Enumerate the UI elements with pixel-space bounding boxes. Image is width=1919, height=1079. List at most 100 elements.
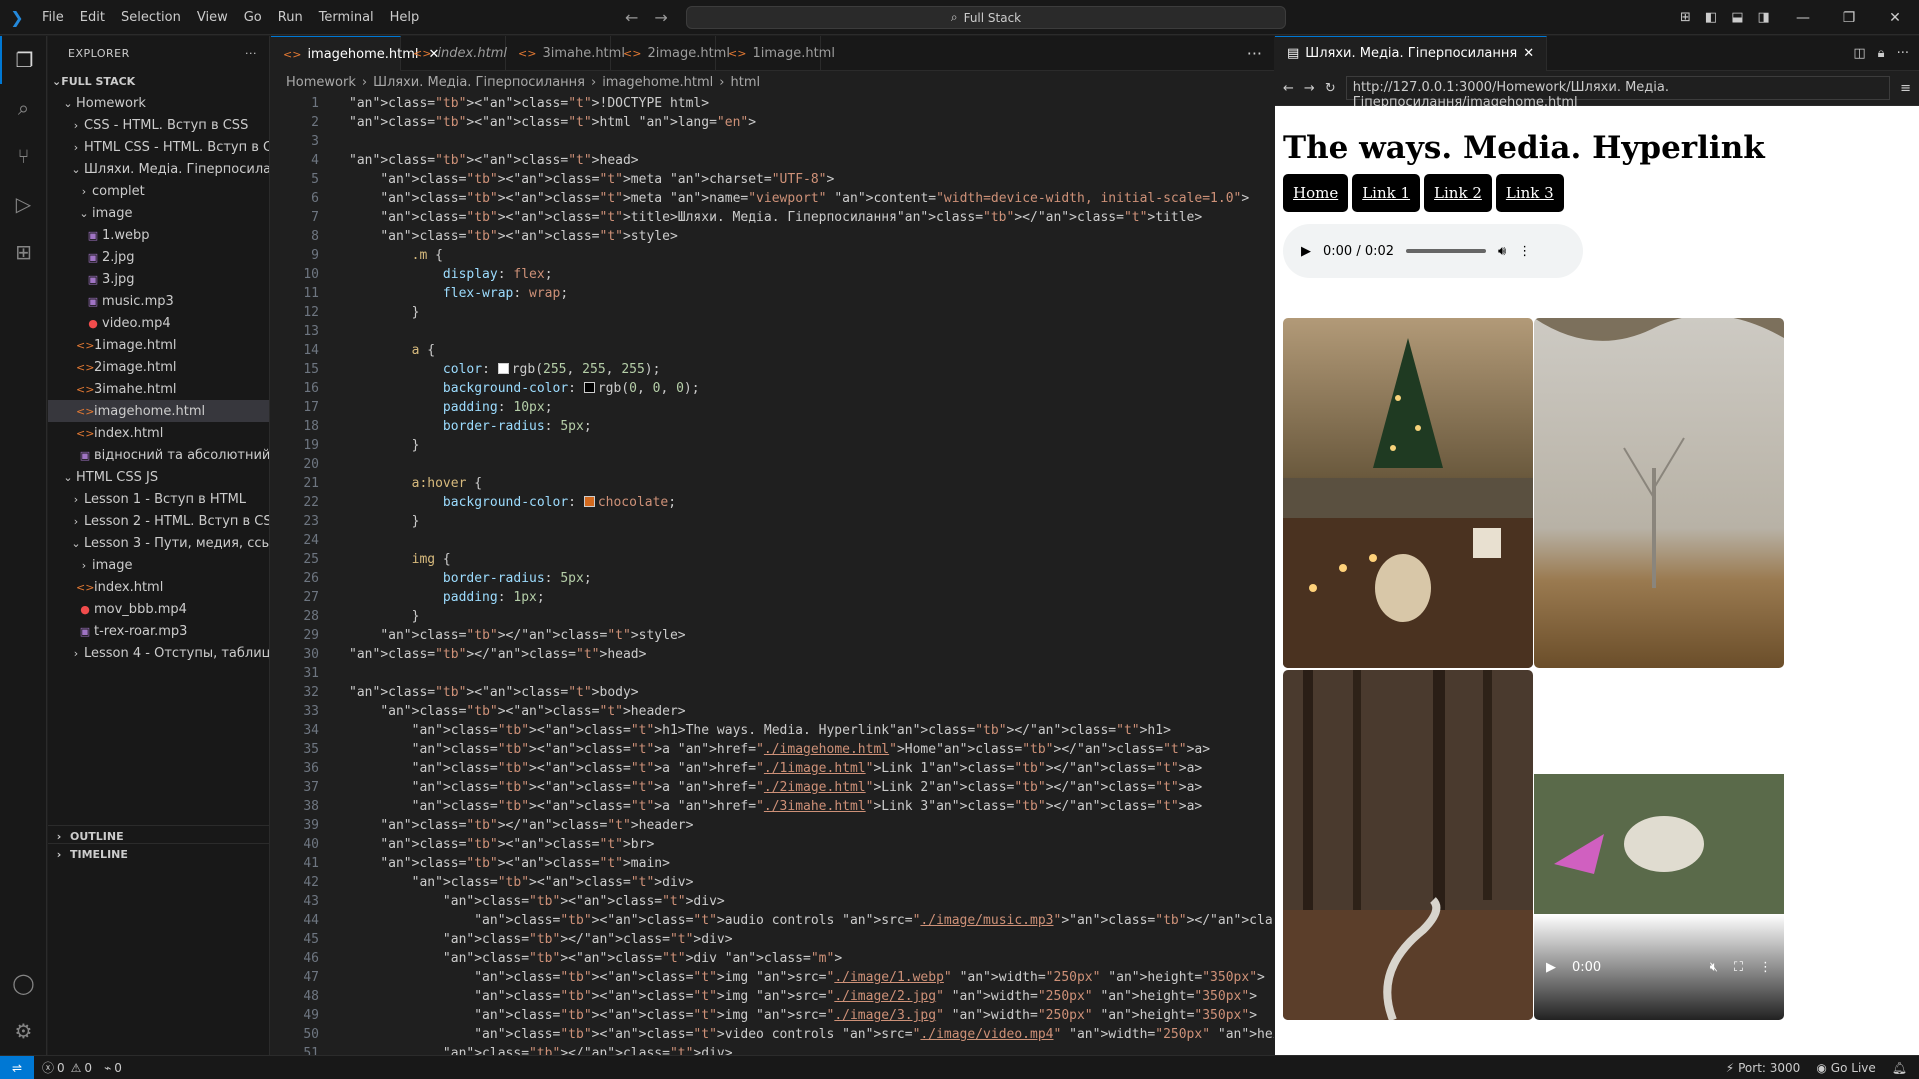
code-line[interactable]: 46 "an">class="tb"><"an">class="t">div "… xyxy=(271,949,1274,968)
tree-file[interactable]: <> imagehome.html xyxy=(48,400,269,422)
code-line[interactable]: 18 border-radius: 5px; xyxy=(271,417,1274,436)
tree-file[interactable]: <> 1image.html xyxy=(48,334,269,356)
tree-folder[interactable]: › Lesson 2 - HTML. Вступ в CSS xyxy=(48,510,269,532)
tree-file[interactable]: ▣ music.mp3 xyxy=(48,290,269,312)
tree-file[interactable]: <> 3imahe.html xyxy=(48,378,269,400)
code-line[interactable]: 35 "an">class="tb"><"an">class="t">a "an… xyxy=(271,740,1274,759)
run-debug-icon[interactable]: ▷ xyxy=(0,180,47,228)
code-line[interactable]: 50 "an">class="tb"><"an">class="t">video… xyxy=(271,1025,1274,1044)
menu-view[interactable]: View xyxy=(189,0,236,35)
explorer-icon[interactable]: ❐ xyxy=(0,36,47,84)
code-line[interactable]: 4 "an">class="tb"><"an">class="t">head> xyxy=(271,151,1274,170)
tree-file[interactable]: ▣ 1.webp xyxy=(48,224,269,246)
notifications-icon[interactable]: 🔔︎ xyxy=(1892,1061,1907,1075)
tree-folder[interactable]: ⌄Шляхи. Медіа. Гіперпосилан... xyxy=(48,158,269,180)
tree-file[interactable]: ● video.mp4 xyxy=(48,312,269,334)
tree-file[interactable]: <> index.html xyxy=(48,576,269,598)
code-line[interactable]: 38 "an">class="tb"><"an">class="t">a "an… xyxy=(271,797,1274,816)
nav-link-link-3[interactable]: Link 3 xyxy=(1495,174,1564,212)
more-actions-icon[interactable]: ··· xyxy=(245,47,257,60)
menu-icon[interactable]: ≡ xyxy=(1900,81,1911,96)
code-line[interactable]: 20 xyxy=(271,455,1274,474)
warning-count[interactable]: 0 xyxy=(84,1061,92,1075)
code-line[interactable]: 5 "an">class="tb"><"an">class="t">meta "… xyxy=(271,170,1274,189)
tree-folder[interactable]: ⌄ image xyxy=(48,202,269,224)
forward-arrow-icon[interactable]: → xyxy=(1304,81,1315,96)
customize-layout-icon[interactable]: ⊞ xyxy=(1680,10,1691,25)
audio-player[interactable]: ▶ 0:00 / 0:02 🔊︎ ⋮ xyxy=(1283,224,1583,278)
tree-folder[interactable]: ⌄ Homework xyxy=(48,92,269,114)
code-line[interactable]: 17 padding: 10px; xyxy=(271,398,1274,417)
code-line[interactable]: 42 "an">class="tb"><"an">class="t">div> xyxy=(271,873,1274,892)
restore-icon[interactable]: ❐ xyxy=(1826,10,1872,26)
toggle-secondary-sidebar-icon[interactable]: ◨ xyxy=(1758,10,1770,25)
editor-tab[interactable]: <> 1image.html xyxy=(716,36,835,71)
code-line[interactable]: 12 } xyxy=(271,303,1274,322)
account-icon[interactable]: ◯ xyxy=(0,959,47,1007)
nav-link-link-2[interactable]: Link 2 xyxy=(1424,174,1492,212)
video-player[interactable]: ▶ 0:00 🔇︎ ⛶ ⋮ xyxy=(1534,670,1784,1020)
editor-tab[interactable]: <> imagehome.html ✕ xyxy=(271,36,439,71)
tree-file[interactable]: <> index.html xyxy=(48,422,269,444)
preview-tab[interactable]: ▤ Шляхи. Медіа. Гіперпосилання ✕ xyxy=(1275,35,1548,71)
code-line[interactable]: 13 xyxy=(271,322,1274,341)
code-line[interactable]: 3 xyxy=(271,132,1274,151)
code-line[interactable]: 1 "an">class="tb"><"an">class="t">!DOCTYP… xyxy=(271,94,1274,113)
code-line[interactable]: 51 "an">class="tb"></"an">class="t">div> xyxy=(271,1044,1274,1055)
ports-count[interactable]: 0 xyxy=(114,1061,122,1075)
menu-selection[interactable]: Selection xyxy=(113,0,189,35)
menu-edit[interactable]: Edit xyxy=(72,0,113,35)
code-line[interactable]: 33 "an">class="tb"><"an">class="t">heade… xyxy=(271,702,1274,721)
code-line[interactable]: 28 } xyxy=(271,607,1274,626)
breadcrumb-item[interactable]: Homework xyxy=(286,75,356,90)
code-line[interactable]: 40 "an">class="tb"><"an">class="t">br> xyxy=(271,835,1274,854)
menu-run[interactable]: Run xyxy=(270,0,311,35)
split-editor-icon[interactable]: ◫ xyxy=(1853,46,1865,61)
code-line[interactable]: 23 } xyxy=(271,512,1274,531)
command-center[interactable]: ⌕ Full Stack xyxy=(686,6,1286,29)
volume-icon[interactable]: 🔊︎ xyxy=(1498,244,1506,259)
play-icon[interactable]: ▶ xyxy=(1301,244,1311,259)
code-line[interactable]: 36 "an">class="tb"><"an">class="t">a "an… xyxy=(271,759,1274,778)
tree-folder[interactable]: ⌄Lesson 3 - Пути, медия, ссыл... xyxy=(48,532,269,554)
lock-icon[interactable]: 🔒︎ xyxy=(1878,46,1885,61)
code-line[interactable]: 48 "an">class="tb"><"an">class="t">img "… xyxy=(271,987,1274,1006)
fullscreen-icon[interactable]: ⛶ xyxy=(1734,960,1743,975)
breadcrumb-item[interactable]: imagehome.html xyxy=(602,75,713,90)
breadcrumb-item[interactable]: Шляхи. Медіа. Гіперпосилання xyxy=(373,75,585,90)
code-line[interactable]: 47 "an">class="tb"><"an">class="t">img "… xyxy=(271,968,1274,987)
tree-folder[interactable]: › Lesson 1 - Вступ в HTML xyxy=(48,488,269,510)
code-line[interactable]: 24 xyxy=(271,531,1274,550)
code-line[interactable]: 15 color: rgb(255, 255, 255); xyxy=(271,360,1274,379)
code-line[interactable]: 9 .m { xyxy=(271,246,1274,265)
code-line[interactable]: 30 "an">class="tb"></"an">class="t">head> xyxy=(271,645,1274,664)
menu-file[interactable]: File xyxy=(34,0,72,35)
toggle-panel-icon[interactable]: ⬓ xyxy=(1731,10,1743,25)
manage-gear-icon[interactable]: ⚙ xyxy=(0,1007,47,1055)
code-editor[interactable]: 1 "an">class="tb"><"an">class="t">!DOCTYP… xyxy=(271,94,1274,1055)
code-line[interactable]: 6 "an">class="tb"><"an">class="t">meta "… xyxy=(271,189,1274,208)
code-line[interactable]: 31 xyxy=(271,664,1274,683)
code-line[interactable]: 10 display: flex; xyxy=(271,265,1274,284)
tree-folder[interactable]: › Lesson 4 - Отступы, таблицы... xyxy=(48,642,269,664)
search-icon[interactable]: ⌕ xyxy=(0,84,47,132)
code-line[interactable]: 22 background-color: chocolate; xyxy=(271,493,1274,512)
tree-folder[interactable]: › HTML CSS - HTML. Вступ в С... xyxy=(48,136,269,158)
tree-folder[interactable]: › image xyxy=(48,554,269,576)
nav-link-home[interactable]: Home xyxy=(1283,174,1349,212)
back-arrow-icon[interactable]: ← xyxy=(625,8,638,27)
tree-file[interactable]: ▣ відносний та абсолютний ... xyxy=(48,444,269,466)
code-line[interactable]: 14 a { xyxy=(271,341,1274,360)
forward-arrow-icon[interactable]: → xyxy=(654,8,667,27)
source-control-icon[interactable]: ⑂ xyxy=(0,132,47,180)
nav-link-link-1[interactable]: Link 1 xyxy=(1352,174,1421,212)
tree-file[interactable]: ▣ t-rex-roar.mp3 xyxy=(48,620,269,642)
code-line[interactable]: 49 "an">class="tb"><"an">class="t">img "… xyxy=(271,1006,1274,1025)
more-actions-icon[interactable]: ··· xyxy=(1235,36,1274,70)
more-actions-icon[interactable]: ··· xyxy=(1897,46,1909,61)
more-options-icon[interactable]: ⋮ xyxy=(1759,960,1772,975)
code-line[interactable]: 11 flex-wrap: wrap; xyxy=(271,284,1274,303)
play-icon[interactable]: ▶ xyxy=(1546,960,1556,975)
tree-file[interactable]: ▣ 3.jpg xyxy=(48,268,269,290)
close-icon[interactable]: ✕ xyxy=(1872,10,1918,26)
